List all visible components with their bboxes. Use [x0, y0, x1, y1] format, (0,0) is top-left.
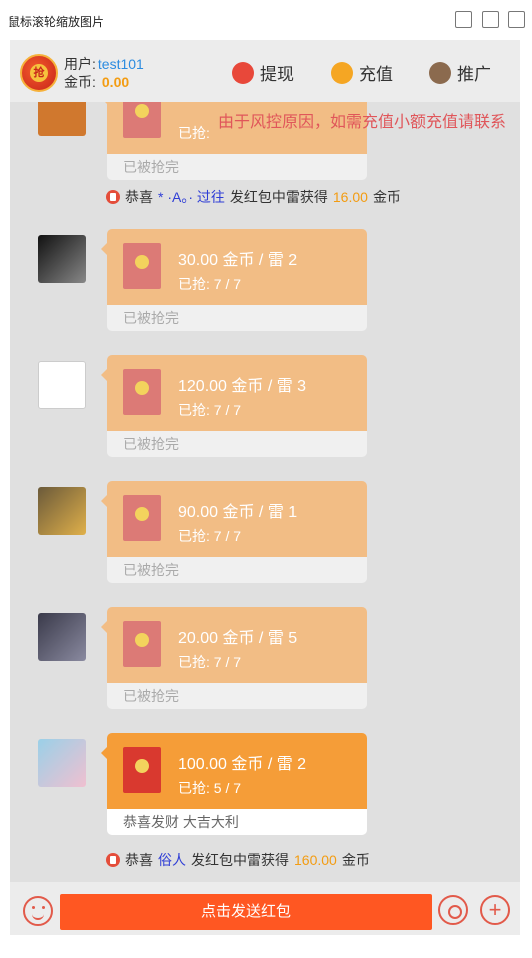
red-packet[interactable]: 20.00 金币 / 雷 5 已抢: 7 / 7 已被抢完 [101, 607, 367, 709]
red-packet[interactable]: 90.00 金币 / 雷 1 已抢: 7 / 7 已被抢完 [101, 481, 367, 583]
envelope-icon [123, 495, 161, 541]
red-packet-active[interactable]: 100.00 金币 / 雷 2 已抢: 5 / 7 恭喜发财 大吉大利 [101, 733, 367, 835]
avatar[interactable] [38, 235, 86, 283]
packet-status: 已被抢完 [107, 557, 367, 583]
viewer-title: 鼠标滚轮缩放图片 [8, 15, 105, 29]
add-icon[interactable]: + [480, 895, 510, 925]
coin-balance: 0.00 [101, 74, 130, 90]
settings-icon[interactable] [438, 895, 468, 925]
marquee-notice: 由于风控原因，如需充值小额充值请联系 [218, 114, 507, 131]
packet-status: 已被抢完 [107, 431, 367, 457]
recharge-icon [331, 61, 353, 84]
recharge-button[interactable]: 充值 [331, 60, 393, 85]
packet-status: 已被抢完 [107, 154, 367, 180]
packet-status: 已被抢完 [107, 683, 367, 709]
envelope-icon [123, 621, 161, 667]
promote-button[interactable]: 推广 [429, 60, 491, 85]
viewer-bar: 鼠标滚轮缩放图片 [0, 0, 532, 40]
app-window: 抢 用户: test101 金币: 0.00 提现 充值 推广 由于风控原因，如需充… [10, 40, 520, 935]
grab-logo-icon: 抢 [20, 54, 58, 92]
promote-icon [429, 61, 451, 84]
avatar[interactable] [38, 613, 86, 661]
avatar[interactable] [38, 739, 86, 787]
withdraw-icon [232, 61, 254, 84]
avatar[interactable] [38, 487, 86, 535]
win-notice: 恭喜 * ·A。· 过往 发红包中雷获得 16.00 金币 [106, 187, 401, 207]
avatar[interactable] [38, 361, 86, 409]
red-packet-icon [106, 190, 120, 204]
user-info: 用户: test101 [64, 56, 144, 72]
win-notice: 恭喜 俗人 发红包中雷获得 160.00 金币 [106, 850, 370, 870]
red-packet-icon [106, 853, 120, 867]
fit-window-icon[interactable] [482, 11, 499, 28]
envelope-icon [123, 747, 161, 793]
send-red-packet-button[interactable]: 点击发送红包 [60, 894, 432, 930]
open-external-icon[interactable] [455, 11, 472, 28]
emoji-icon[interactable] [23, 896, 53, 926]
envelope-icon [123, 243, 161, 289]
username: test101 [97, 56, 144, 72]
chat-area[interactable]: 已抢: 已被抢完 恭喜 * ·A。· 过往 发红包中雷获得 16.00 金币 3… [10, 78, 520, 882]
close-icon[interactable] [508, 11, 525, 28]
coin-info: 金币: 0.00 [64, 74, 130, 90]
packet-status: 已被抢完 [107, 305, 367, 331]
bottom-bar: 点击发送红包 + [10, 882, 520, 935]
red-packet[interactable]: 30.00 金币 / 雷 2 已抢: 7 / 7 已被抢完 [101, 229, 367, 331]
packet-greeting: 恭喜发财 大吉大利 [107, 809, 367, 835]
envelope-icon [123, 369, 161, 415]
header-bar: 抢 用户: test101 金币: 0.00 提现 充值 推广 [10, 40, 520, 102]
red-packet[interactable]: 120.00 金币 / 雷 3 已抢: 7 / 7 已被抢完 [101, 355, 367, 457]
withdraw-button[interactable]: 提现 [232, 60, 294, 85]
